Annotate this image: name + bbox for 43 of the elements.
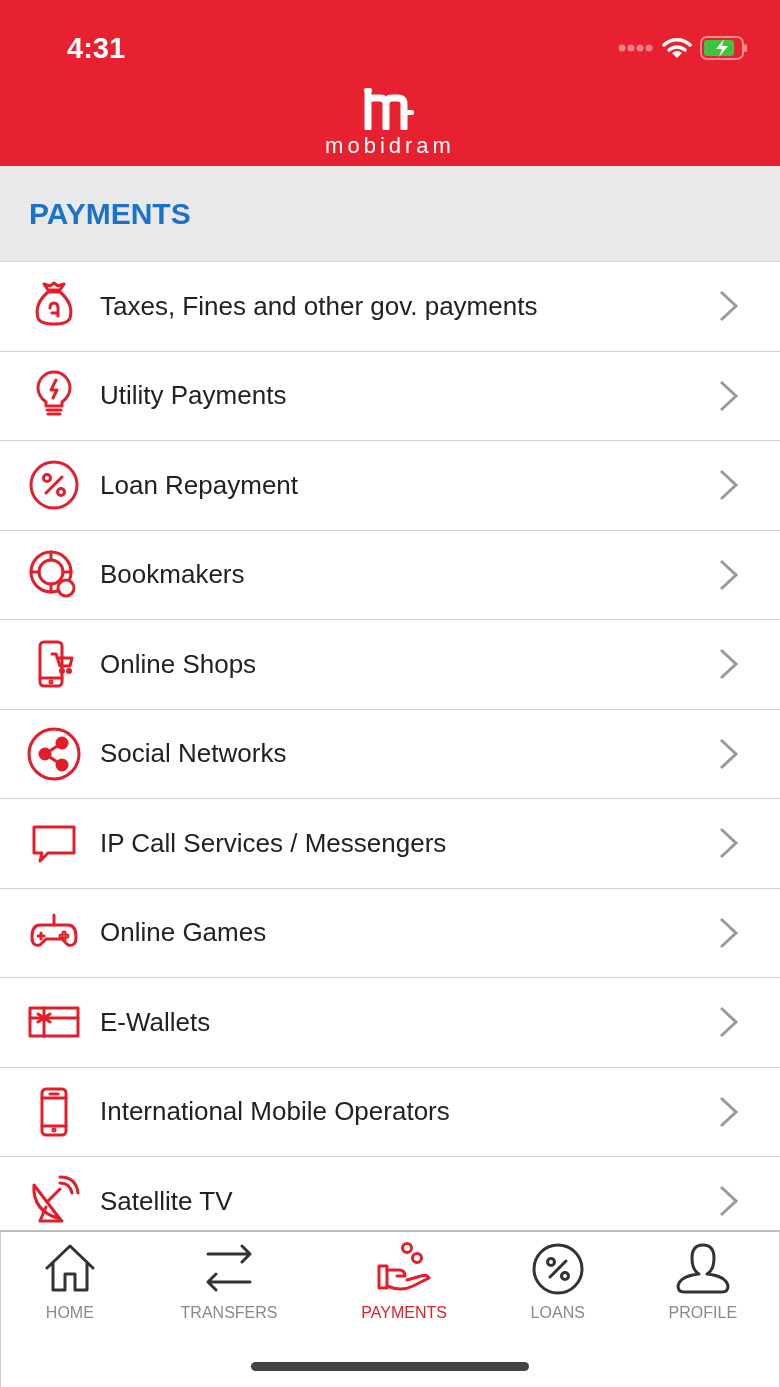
chevron-right-icon — [718, 647, 740, 682]
category-label: Loan Repayment — [100, 469, 300, 501]
payment-category-item[interactable]: Taxes, Fines and other gov. payments — [0, 262, 780, 352]
signal-icon — [618, 43, 654, 53]
category-label: E-Wallets — [100, 1006, 212, 1038]
chevron-right-icon — [718, 915, 740, 950]
section-title: PAYMENTS — [29, 196, 191, 231]
chevron-right-icon — [718, 1005, 740, 1040]
category-label: International Mobile Operators — [100, 1096, 451, 1128]
chevron-right-icon — [718, 736, 740, 771]
chevron-right-icon — [718, 468, 740, 503]
category-label: Online Games — [100, 917, 268, 949]
status-time: 4:31 — [67, 31, 126, 65]
percent-icon — [530, 1242, 585, 1296]
payment-category-item[interactable]: Social Networks — [0, 709, 780, 799]
category-label: Satellite TV — [100, 1185, 234, 1217]
payment-category-item[interactable]: IP Call Services / Messengers — [0, 799, 780, 889]
payment-category-item[interactable]: Utility Payments — [0, 351, 780, 441]
category-label: Bookmakers — [100, 559, 246, 591]
chevron-right-icon — [718, 557, 740, 592]
tab[interactable]: LOANS — [526, 1240, 589, 1324]
payment-category-item[interactable]: Loan Repayment — [0, 441, 780, 531]
chevron-right-icon — [718, 826, 740, 861]
payment-category-item[interactable]: Online Shops — [0, 620, 780, 710]
category-label: IP Call Services / Messengers — [100, 827, 448, 859]
category-label: Utility Payments — [100, 380, 288, 412]
chevron-right-icon — [718, 289, 740, 324]
payment-category-item[interactable]: Online Games — [0, 888, 780, 978]
chevron-right-icon — [718, 378, 740, 413]
category-label: Taxes, Fines and other gov. payments — [100, 290, 539, 322]
person-icon — [675, 1242, 730, 1296]
payment-category-item[interactable]: International Mobile Operators — [0, 1067, 780, 1157]
payment-category-item[interactable]: Bookmakers — [0, 530, 780, 620]
share-icon — [26, 725, 82, 782]
logo-text: mobidram — [325, 134, 455, 158]
chevron-right-icon — [718, 1184, 740, 1219]
payment-category-item[interactable]: E-Wallets — [0, 978, 780, 1068]
category-label: Online Shops — [100, 648, 258, 680]
chevron-right-icon — [718, 1094, 740, 1129]
wifi-icon — [662, 37, 692, 59]
tab[interactable]: PAYMENTS — [357, 1240, 451, 1324]
category-label: Social Networks — [100, 738, 288, 770]
battery-icon — [700, 36, 748, 60]
